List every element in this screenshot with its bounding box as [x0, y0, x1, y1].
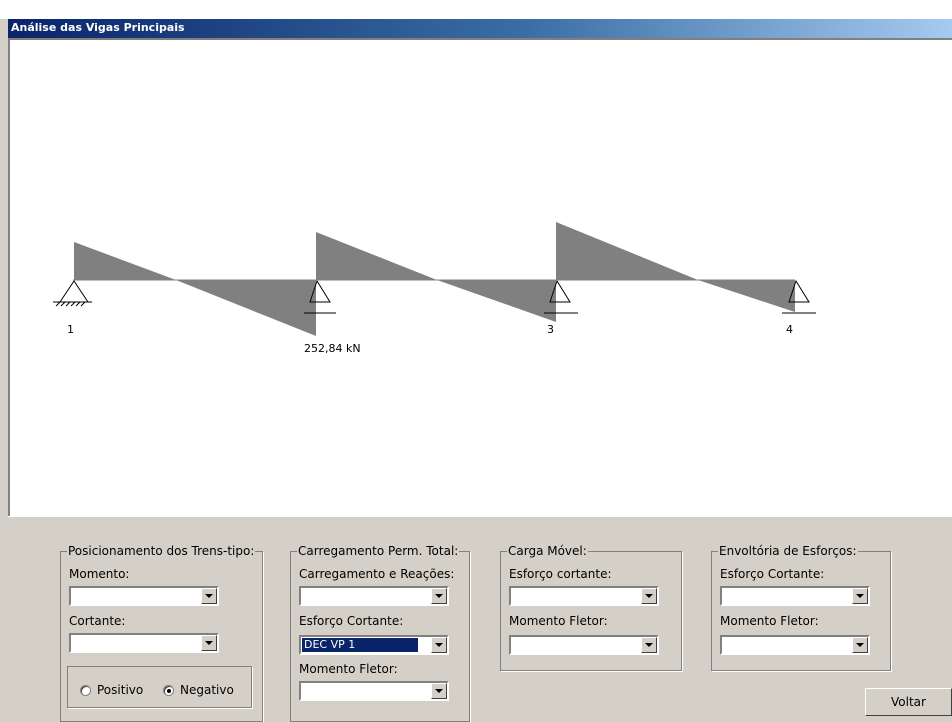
- carga-cortante-label: Esforço cortante:: [509, 567, 612, 581]
- envoltoria-momento-value: [723, 638, 727, 652]
- panel-separator: [8, 516, 952, 517]
- perm-momento-select[interactable]: [299, 681, 449, 701]
- group-envoltoria-legend: Envoltória de Esforços:: [719, 544, 857, 558]
- radio-circle-icon: [80, 684, 91, 696]
- group-trens-tipo-legend: Posicionamento dos Trens-tipo:: [68, 544, 255, 558]
- radio-positivo-label: Positivo: [97, 683, 144, 697]
- chevron-down-icon[interactable]: [431, 588, 447, 604]
- carga-momento-select[interactable]: [509, 635, 659, 655]
- carregamento-label: Carregamento e Reações:: [299, 567, 455, 581]
- radio-selected-icon: [163, 684, 174, 696]
- chevron-down-icon[interactable]: [201, 635, 217, 651]
- chevron-down-icon[interactable]: [852, 637, 868, 653]
- perm-momento-value: [302, 684, 306, 698]
- perm-cortante-select[interactable]: DEC VP 1: [299, 635, 449, 655]
- support-label-3: 3: [547, 323, 554, 336]
- perm-cortante-value: DEC VP 1: [301, 637, 419, 653]
- trens-momento-select[interactable]: [69, 586, 219, 606]
- chevron-down-icon[interactable]: [431, 637, 447, 653]
- chevron-down-icon[interactable]: [641, 637, 657, 653]
- carga-momento-value: [512, 638, 516, 652]
- envoltoria-momento-select[interactable]: [720, 635, 870, 655]
- cortante-label: Cortante:: [69, 614, 126, 628]
- radio-positivo[interactable]: Positivo: [80, 683, 143, 697]
- shear-area-span3-positive: [556, 222, 698, 280]
- top-strip: [0, 0, 952, 19]
- momento-label: Momento:: [69, 567, 130, 581]
- carga-momento-label: Momento Fletor:: [509, 614, 608, 628]
- envoltoria-cortante-label: Esforço Cortante:: [720, 567, 825, 581]
- group-perm-total-legend: Carregamento Perm. Total:: [298, 544, 459, 558]
- shear-area-span2-positive: [316, 232, 437, 280]
- radio-negativo-label: Negativo: [180, 683, 234, 697]
- radio-negativo[interactable]: Negativo: [163, 683, 234, 697]
- envoltoria-cortante-value: [723, 589, 727, 603]
- shear-diagram: [53, 222, 816, 336]
- trens-cortante-value: [72, 636, 76, 650]
- chevron-down-icon[interactable]: [201, 588, 217, 604]
- carga-cortante-value: [512, 589, 516, 603]
- max-shear-label: 252,84 kN: [304, 342, 361, 355]
- window-title: Análise das Vigas Principais: [8, 19, 952, 38]
- envoltoria-momento-label: Momento Fletor:: [720, 614, 819, 628]
- support-label-4: 4: [786, 323, 793, 336]
- voltar-button[interactable]: Voltar: [865, 688, 952, 716]
- shear-area-span3-negative: [698, 280, 795, 312]
- support-1-icon: [53, 280, 92, 307]
- esforco-cortante-label: Esforço Cortante:: [299, 614, 404, 628]
- momento-fletor-label: Momento Fletor:: [299, 662, 398, 676]
- shear-area-span1-positive: [74, 242, 176, 280]
- chevron-down-icon[interactable]: [852, 588, 868, 604]
- carga-cortante-select[interactable]: [509, 586, 659, 606]
- carregamento-select[interactable]: [299, 586, 449, 606]
- shear-diagram-canvas: 1 3 4 252,84 kN: [8, 38, 952, 516]
- trens-momento-value: [72, 589, 76, 603]
- group-carga-movel-legend: Carga Móvel:: [508, 544, 587, 558]
- carregamento-value: [302, 589, 306, 603]
- shear-area-span1-negative: [176, 280, 316, 336]
- shear-area-span2-negative: [437, 280, 556, 322]
- support-label-1: 1: [67, 323, 74, 336]
- trens-cortante-select[interactable]: [69, 633, 219, 653]
- chevron-down-icon[interactable]: [641, 588, 657, 604]
- envoltoria-cortante-select[interactable]: [720, 586, 870, 606]
- chevron-down-icon[interactable]: [431, 683, 447, 699]
